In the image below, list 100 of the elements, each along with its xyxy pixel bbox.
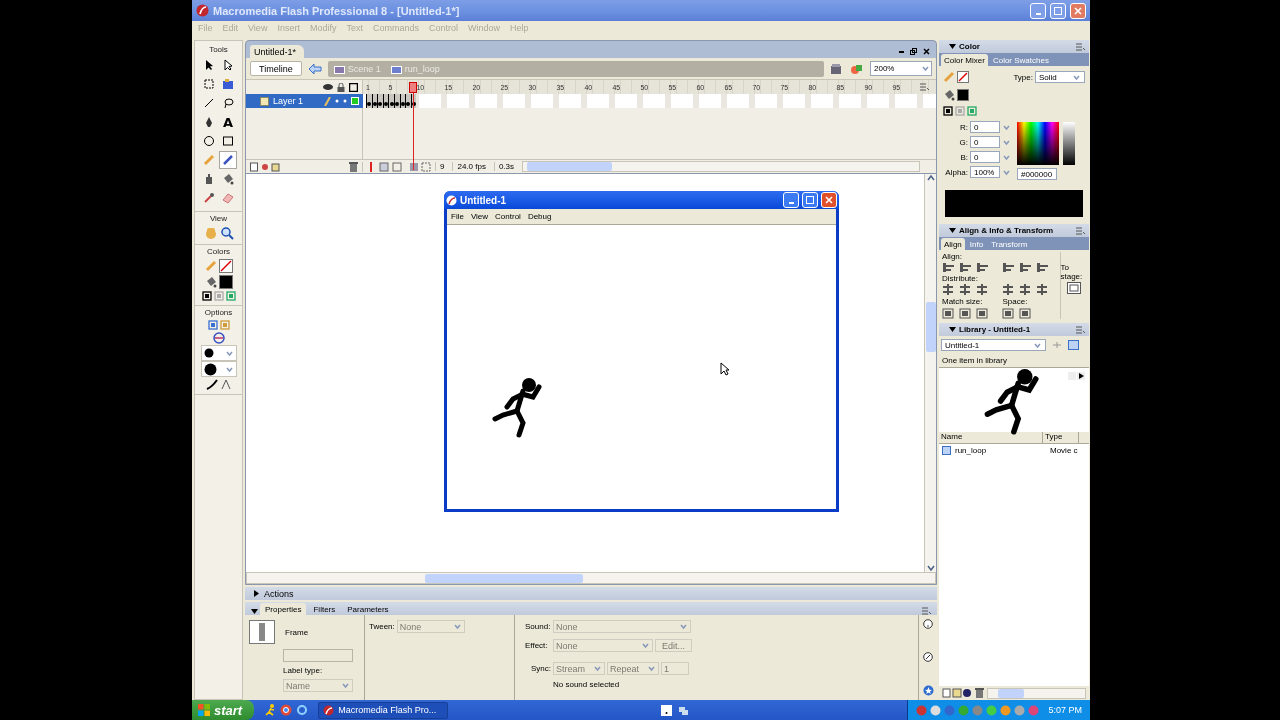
brush-shape-dropdown[interactable] <box>200 361 237 377</box>
new-library-icon[interactable] <box>1068 340 1079 350</box>
browser-icon[interactable] <box>296 704 309 716</box>
channel-field[interactable]: 0 <box>970 121 1000 133</box>
horizontal-scrollbar[interactable] <box>246 572 936 584</box>
frame-label-field[interactable] <box>283 649 353 662</box>
menu-item[interactable]: View <box>470 212 489 221</box>
library-dropdown[interactable]: Untitled-1 <box>941 339 1046 351</box>
zoom-dropdown[interactable]: 200% <box>870 61 932 76</box>
hex-field[interactable]: #000000 <box>1017 168 1057 180</box>
column-header[interactable]: Name <box>939 432 1043 443</box>
effect-dropdown[interactable]: None <box>553 639 653 652</box>
alpha-field[interactable]: 100% <box>970 166 1000 178</box>
type-dropdown[interactable]: Solid <box>1035 71 1085 83</box>
horizontal-scrollbar[interactable] <box>522 161 920 172</box>
library-item[interactable]: run_loop Movie c <box>939 444 1089 457</box>
no-color-swatch-icon[interactable] <box>218 259 233 273</box>
pencil-icon <box>203 154 215 166</box>
network-icon[interactable] <box>677 704 689 716</box>
fill-swatch-icon[interactable] <box>957 89 969 101</box>
field-label: Effect: <box>525 641 549 650</box>
search-icon[interactable] <box>219 226 234 240</box>
browser-icon[interactable] <box>280 704 293 716</box>
menu-item[interactable]: Debug <box>527 212 552 221</box>
paint-bucket-icon <box>943 89 955 101</box>
tab[interactable]: Color Mixer <box>941 54 988 66</box>
center-frame-icon[interactable] <box>367 161 375 172</box>
brush-mode-icon[interactable] <box>212 332 225 344</box>
onion-skin-icon[interactable] <box>379 161 405 172</box>
maximize-button[interactable] <box>1050 2 1066 19</box>
playhead[interactable] <box>409 82 417 170</box>
back-arrow-icon[interactable] <box>307 62 322 75</box>
label-type-dropdown[interactable]: Name <box>283 679 353 692</box>
sound-dropdown[interactable]: None <box>553 620 691 633</box>
edit-scene-icon[interactable] <box>830 62 844 75</box>
menu-item[interactable]: File <box>451 212 464 221</box>
maximize-button[interactable] <box>802 192 818 208</box>
maximize-icon <box>1054 6 1062 15</box>
tab[interactable]: Parameters <box>342 603 394 615</box>
line-icon <box>203 97 215 109</box>
edit-symbols-icon[interactable] <box>850 62 864 75</box>
scroll-thumb[interactable] <box>925 302 936 352</box>
panel-heading: View <box>209 213 228 225</box>
dot-icon <box>203 348 214 358</box>
running-figure-icon[interactable] <box>264 704 277 716</box>
close-button[interactable] <box>821 192 837 208</box>
layer-row[interactable]: Layer 1 <box>246 94 363 108</box>
no-color-swatch-icon[interactable] <box>957 71 969 83</box>
tab[interactable]: Filters <box>308 603 341 615</box>
options-menu-icon <box>922 607 931 615</box>
triangle-icon <box>949 43 956 50</box>
close-button[interactable] <box>1070 2 1086 19</box>
frame-rate: 24.0 fps <box>452 162 490 171</box>
panel-header[interactable]: Library - Untitled-1 <box>939 323 1089 336</box>
repeat-count-field[interactable]: 1 <box>661 662 689 675</box>
start-button[interactable]: start <box>192 700 255 720</box>
fill-swatch-icon[interactable] <box>218 275 233 289</box>
onion-markers-icon[interactable] <box>409 161 431 172</box>
tween-dropdown[interactable]: None <box>396 620 465 633</box>
new-symbol-icon[interactable] <box>942 688 972 698</box>
field-label: To stage: <box>1060 264 1084 282</box>
star-icon[interactable] <box>922 685 934 696</box>
tab[interactable]: Properties <box>260 603 307 615</box>
minimize-button[interactable] <box>1030 2 1046 19</box>
window-title: Macromedia Flash Professional 8 - [Untitled-1*] <box>213 4 461 17</box>
play-icon[interactable] <box>1077 372 1085 380</box>
vertical-scrollbar[interactable] <box>924 174 936 572</box>
menu-item[interactable]: Control <box>495 212 521 221</box>
panel-header[interactable]: Color <box>939 40 1089 53</box>
field-label: Sync: <box>530 664 551 673</box>
edit-button[interactable]: Edit... <box>655 639 692 652</box>
document-tab[interactable]: Untitled-1* <box>250 45 305 58</box>
color-spectrum[interactable] <box>1017 122 1059 165</box>
sync-dropdown[interactable]: Stream <box>553 662 605 675</box>
tool-button[interactable] <box>219 151 237 169</box>
brush-size-dropdown[interactable] <box>200 345 237 361</box>
trash-icon[interactable] <box>349 161 358 172</box>
dot-icon <box>203 362 217 376</box>
actions-panel-bar[interactable]: Actions <box>245 587 937 600</box>
to-stage-icon[interactable] <box>1066 281 1081 294</box>
taskbar-button[interactable]: Macromedia Flash Pro... <box>318 701 449 719</box>
field-label: Space: <box>1002 297 1028 306</box>
column-header[interactable]: Type <box>1043 432 1079 443</box>
trash-icon[interactable] <box>975 688 984 698</box>
channel-field[interactable]: 0 <box>970 151 1000 163</box>
tray-icon[interactable] <box>930 704 942 716</box>
tab[interactable]: Align <box>941 238 965 250</box>
horizontal-scrollbar[interactable] <box>987 687 1086 699</box>
outline-icon <box>349 82 358 92</box>
timeline-button[interactable]: Timeline <box>250 61 302 76</box>
arrow-circle-icon[interactable] <box>923 652 933 662</box>
minimize-button[interactable] <box>783 192 799 208</box>
field-label: Sound: <box>525 622 551 631</box>
tool-button[interactable]: A <box>219 113 237 131</box>
repeat-dropdown[interactable]: Repeat <box>607 662 659 675</box>
panel-heading: Options <box>204 307 233 319</box>
add-layer-icon[interactable] <box>250 161 280 172</box>
channel-field[interactable]: 0 <box>970 136 1000 148</box>
panel-header[interactable]: Align & Info & Transform <box>939 224 1089 237</box>
hollow-arrow-icon <box>222 59 234 71</box>
